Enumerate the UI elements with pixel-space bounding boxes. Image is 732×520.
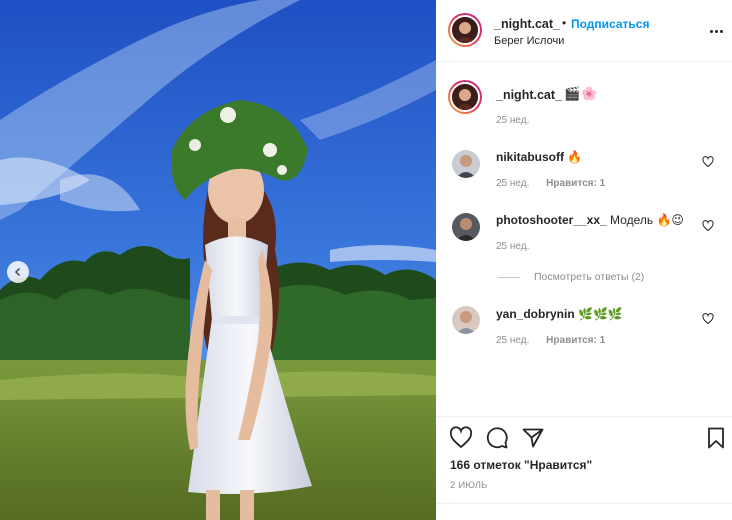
share-send-icon[interactable]: [521, 426, 545, 450]
like-comment-heart-icon[interactable]: [702, 156, 714, 168]
comment-bubble-icon[interactable]: [485, 426, 509, 450]
author-username[interactable]: _night.cat_: [494, 17, 560, 31]
actions-divider: [436, 416, 732, 417]
caption-emoji-clapper: 🎬: [564, 86, 581, 101]
author-avatar-image: [452, 17, 478, 43]
comment-meta: 25 нед. Нравится: 1: [496, 335, 605, 346]
comment-body: Модель 🔥😉: [610, 213, 684, 227]
caption-avatar-image: [452, 84, 478, 110]
comment-meta: 25 нед.: [496, 241, 529, 252]
comment-text: yan_dobrynin 🌿🌿🌿: [496, 307, 623, 321]
replies-divider: [498, 276, 520, 278]
commenter-avatar-image: [452, 306, 480, 334]
post-header: _night.cat_ • Подписаться Берег Ислочи: [436, 0, 732, 62]
previous-photo-button[interactable]: [7, 261, 29, 283]
comment-username[interactable]: nikitabusoff: [496, 150, 564, 164]
comment-text: nikitabusoff 🔥: [496, 150, 582, 164]
comment-likes[interactable]: Нравится: 1: [546, 178, 605, 189]
comment-username[interactable]: yan_dobrynin: [496, 307, 575, 321]
commenter-avatar-image: [452, 150, 480, 178]
comment-username[interactable]: photoshooter__xx_: [496, 213, 607, 227]
post-photo[interactable]: [0, 0, 436, 520]
footer-divider: [436, 503, 732, 504]
comment-time[interactable]: 25 нед.: [496, 335, 529, 346]
follow-button[interactable]: Подписаться: [571, 17, 649, 31]
comment-avatar[interactable]: [452, 213, 480, 241]
separator-dot: •: [562, 16, 567, 30]
post-location[interactable]: Берег Ислочи: [494, 35, 564, 47]
caption-avatar[interactable]: [448, 80, 482, 114]
caption-emoji-flower: 🌸: [581, 86, 598, 101]
comment-likes[interactable]: Нравится: 1: [546, 335, 605, 346]
post-details-panel: _night.cat_ • Подписаться Берег Ислочи _…: [436, 0, 732, 520]
like-comment-heart-icon[interactable]: [702, 313, 714, 325]
photo-image: [0, 0, 436, 520]
view-replies-label: Посмотреть ответы (2): [534, 271, 645, 283]
comment-text: photoshooter__xx_ Модель 🔥😉: [496, 213, 684, 227]
caption-time[interactable]: 25 нед.: [496, 115, 529, 126]
comment-avatar[interactable]: [452, 306, 480, 334]
like-comment-heart-icon[interactable]: [702, 220, 714, 232]
comment-time[interactable]: 25 нед.: [496, 241, 529, 252]
comment-avatar[interactable]: [452, 150, 480, 178]
caption-username[interactable]: _night.cat_: [496, 88, 562, 102]
comment-body: 🌿🌿🌿: [578, 307, 623, 321]
more-options-icon[interactable]: [710, 24, 726, 38]
chevron-left-icon: [14, 267, 21, 277]
comment-body: 🔥: [567, 150, 583, 164]
comment-meta: 25 нед. Нравится: 1: [496, 178, 605, 189]
comment-time[interactable]: 25 нед.: [496, 178, 529, 189]
bookmark-icon[interactable]: [704, 426, 728, 450]
author-avatar[interactable]: [448, 13, 482, 47]
view-replies-link[interactable]: Посмотреть ответы (2): [498, 271, 644, 283]
likes-count[interactable]: 166 отметок "Нравится": [450, 458, 592, 472]
post-date[interactable]: 2 ИЮЛЬ: [450, 480, 488, 491]
commenter-avatar-image: [452, 213, 480, 241]
caption-meta: 25 нед.: [496, 115, 529, 126]
like-heart-icon[interactable]: [449, 426, 473, 450]
